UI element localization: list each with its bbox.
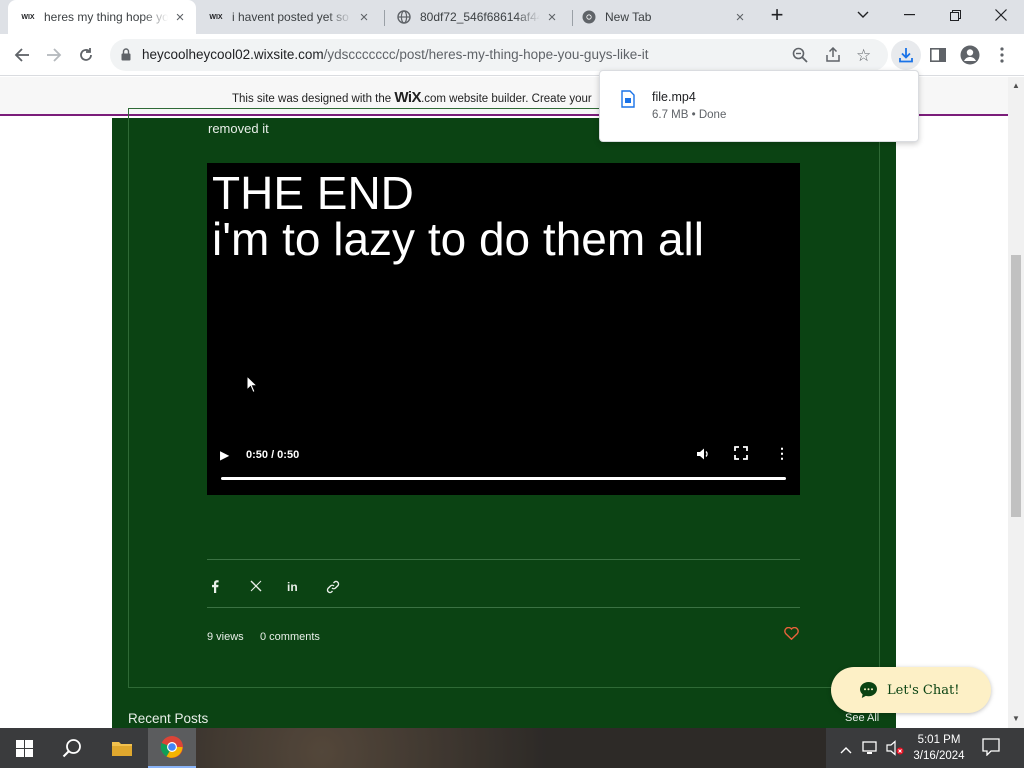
minimize-icon[interactable] bbox=[886, 0, 932, 30]
lets-chat-button[interactable]: Let's Chat! bbox=[831, 667, 991, 713]
tab-title: New Tab bbox=[605, 10, 652, 24]
browser-menu-icon[interactable] bbox=[987, 40, 1017, 70]
copy-link-icon[interactable] bbox=[326, 580, 340, 597]
file-icon bbox=[621, 90, 635, 113]
network-icon[interactable] bbox=[862, 740, 880, 761]
video-progress-bar[interactable] bbox=[221, 477, 786, 480]
facebook-share-icon[interactable] bbox=[211, 580, 219, 596]
download-status: 6.7 MB • Done bbox=[652, 109, 727, 121]
scroll-down-arrow-icon[interactable]: ▼ bbox=[1012, 714, 1020, 723]
close-tab-icon[interactable]: × bbox=[172, 9, 188, 26]
clock-date: 3/16/2024 bbox=[913, 750, 965, 762]
close-window-icon[interactable] bbox=[978, 0, 1024, 30]
tab-title: 80df72_546f68614af44 bbox=[420, 10, 540, 24]
chat-bubble-icon bbox=[860, 682, 877, 698]
linkedin-share-icon[interactable]: in bbox=[287, 580, 298, 594]
close-tab-icon[interactable]: × bbox=[732, 9, 748, 26]
side-panel-icon[interactable] bbox=[923, 40, 953, 70]
new-tab-button[interactable]: + bbox=[754, 0, 800, 30]
zoom-icon[interactable] bbox=[792, 47, 808, 68]
tab-separator bbox=[572, 10, 573, 26]
tab-separator bbox=[384, 10, 385, 26]
back-arrow-icon[interactable] bbox=[7, 40, 37, 70]
tab-search-chevron-icon[interactable] bbox=[840, 0, 886, 30]
restore-icon[interactable] bbox=[932, 0, 978, 30]
tab-strip: WIX heres my thing hope you guys like it… bbox=[0, 0, 1024, 34]
views-count: 9 views bbox=[207, 631, 244, 643]
close-tab-icon[interactable]: × bbox=[356, 9, 372, 26]
reload-icon[interactable] bbox=[71, 40, 101, 70]
tab-new-tab[interactable]: New Tab × bbox=[576, 0, 756, 34]
tab-havent-posted[interactable]: WIX i havent posted yet so here it is × bbox=[200, 0, 380, 34]
forward-arrow-icon[interactable] bbox=[39, 40, 69, 70]
comments-count[interactable]: 0 comments bbox=[260, 631, 320, 643]
divider bbox=[207, 559, 800, 560]
tray-chevron-icon[interactable] bbox=[840, 741, 852, 759]
download-icon[interactable] bbox=[891, 40, 921, 70]
address-bar[interactable]: heycoolheycool02.wixsite.com/ydsccccccc/… bbox=[110, 39, 888, 71]
wix-promo-suffix: .com website builder. Create your bbox=[421, 93, 592, 105]
chrome-taskbar-icon[interactable] bbox=[148, 728, 196, 768]
scroll-up-arrow-icon[interactable]: ▲ bbox=[1012, 81, 1020, 90]
bookmark-star-icon[interactable]: ☆ bbox=[856, 46, 871, 66]
tab-file[interactable]: 80df72_546f68614af44 × bbox=[388, 0, 568, 34]
blog-post: removed it THE END i'm to lazy to do the… bbox=[112, 108, 896, 728]
post-text: removed it bbox=[208, 121, 269, 136]
globe-icon bbox=[396, 9, 412, 25]
tab-title: i havent posted yet so here it is bbox=[232, 10, 352, 24]
clock-time: 5:01 PM bbox=[917, 734, 961, 746]
taskbar-wallpaper bbox=[196, 728, 826, 768]
profile-avatar-icon[interactable] bbox=[955, 40, 985, 70]
x-share-icon[interactable] bbox=[250, 580, 262, 595]
notification-center-icon[interactable] bbox=[982, 738, 1000, 761]
tab-heres-my-thing[interactable]: WIX heres my thing hope you guys like it… bbox=[8, 0, 196, 34]
wix-promo-text[interactable]: This site was designed with the WiX.com … bbox=[232, 89, 592, 106]
see-all-link[interactable]: See All bbox=[845, 712, 879, 724]
url-text[interactable]: heycoolheycool02.wixsite.com/ydsccccccc/… bbox=[142, 47, 648, 62]
lock-icon[interactable] bbox=[121, 48, 131, 66]
web-page: This site was designed with the WiX.com … bbox=[0, 77, 1008, 728]
close-tab-icon[interactable]: × bbox=[544, 9, 560, 26]
volume-muted-icon[interactable] bbox=[886, 740, 904, 761]
like-heart-icon[interactable] bbox=[784, 626, 799, 644]
video-more-options-icon[interactable]: ⋮ bbox=[775, 446, 789, 460]
chrome-icon bbox=[581, 9, 597, 25]
wix-promo-prefix: This site was designed with the bbox=[232, 93, 395, 105]
video-frame-subtitle: i'm to lazy to do them all bbox=[212, 213, 704, 265]
wix-favicon-icon: WIX bbox=[209, 13, 223, 21]
download-filename[interactable]: file.mp4 bbox=[652, 90, 696, 104]
url-host: heycoolheycool02.wixsite.com bbox=[142, 47, 324, 62]
video-time: 0:50 / 0:50 bbox=[246, 449, 300, 461]
windows-start-icon[interactable] bbox=[0, 728, 48, 768]
fullscreen-icon[interactable] bbox=[734, 446, 748, 460]
search-icon[interactable] bbox=[48, 728, 96, 768]
volume-icon[interactable] bbox=[696, 447, 710, 464]
taskbar-clock[interactable]: 5:01 PM 3/16/2024 bbox=[905, 732, 973, 764]
url-path: /ydsccccccc/post/heres-my-thing-hope-you… bbox=[323, 47, 649, 62]
mouse-cursor-icon bbox=[246, 375, 258, 394]
play-icon[interactable]: ▶ bbox=[220, 448, 229, 462]
divider bbox=[207, 607, 800, 608]
wix-logo: WiX bbox=[394, 89, 422, 106]
share-icon[interactable] bbox=[825, 46, 841, 68]
file-explorer-icon[interactable] bbox=[98, 728, 146, 768]
downloads-bubble: file.mp4 6.7 MB • Done bbox=[599, 70, 919, 142]
scrollbar-thumb[interactable] bbox=[1011, 255, 1021, 517]
recent-posts-heading: Recent Posts bbox=[128, 711, 209, 726]
video-player[interactable]: THE END i'm to lazy to do them all ▶ 0:5… bbox=[207, 163, 800, 495]
wix-favicon-icon: WIX bbox=[21, 13, 35, 21]
tab-title: heres my thing hope you guys like it bbox=[44, 10, 168, 24]
chat-label: Let's Chat! bbox=[887, 682, 960, 698]
windows-taskbar: 5:01 PM 3/16/2024 bbox=[0, 728, 1024, 768]
page-scrollbar[interactable]: ▲ ▼ bbox=[1008, 77, 1024, 728]
